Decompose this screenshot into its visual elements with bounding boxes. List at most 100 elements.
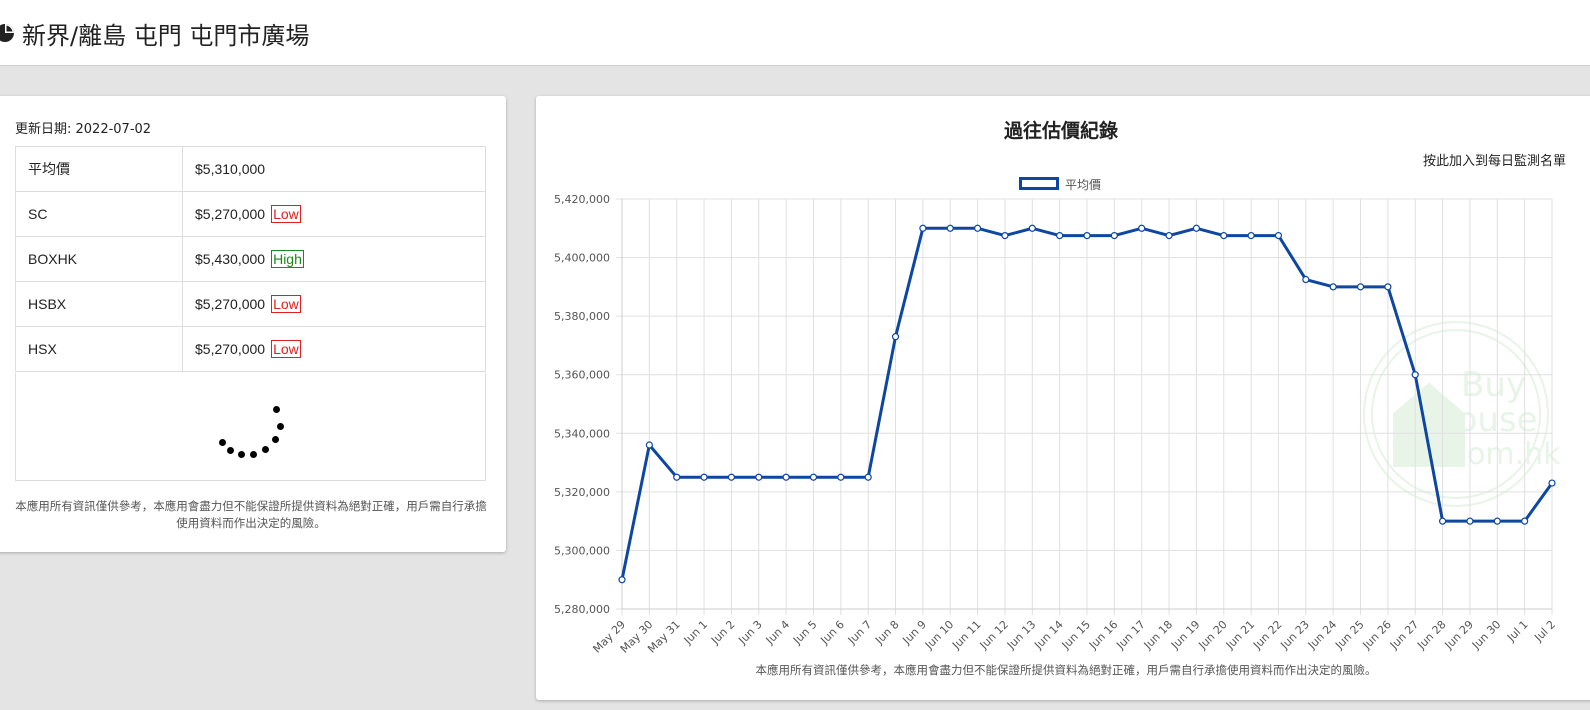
low-badge: Low [271,340,301,358]
x-tick-label: Jul 1 [1504,618,1531,645]
data-point[interactable] [1083,232,1091,240]
y-tick-label: 5,320,000 [554,486,610,499]
price-value: $5,270,000 [195,341,266,357]
data-point[interactable] [1329,283,1337,291]
data-point[interactable] [837,473,845,481]
high-badge: High [271,250,304,268]
chart-title: 過往估價紀錄 [1003,120,1118,142]
source-cell: SC [15,191,183,237]
data-point[interactable] [618,576,626,584]
data-point[interactable] [727,473,736,481]
table-row: BOXHK $5,430,000 High [15,236,486,282]
data-point[interactable] [1548,479,1556,487]
table-row: HSBX $5,270,000 Low [15,281,486,327]
data-point[interactable] [1411,371,1419,379]
price-value: $5,270,000 [195,296,266,312]
x-tick-label: Jun 11 [949,618,983,652]
data-point[interactable] [1247,232,1255,240]
x-tick-label: Jun 14 [1031,618,1065,652]
data-point[interactable] [864,473,872,481]
source-cell: HSX [15,326,183,372]
price-cell: $5,310,000 [182,146,486,192]
x-tick-label: Jun 15 [1059,618,1093,652]
y-tick-label: 5,380,000 [554,310,610,323]
header-bar: 新界/離島 屯門 屯門市廣場 [0,0,1590,66]
data-point[interactable] [1192,224,1201,232]
data-point[interactable] [946,224,954,232]
table-row: 平均價 $5,310,000 [15,146,486,192]
y-tick-label: 5,280,000 [554,603,610,616]
data-point[interactable] [1138,224,1146,232]
x-tick-label: Jun 6 [817,618,846,647]
x-tick-label: Jun 19 [1168,618,1202,652]
low-badge: Low [271,205,301,223]
x-tick-label: Jun 13 [1004,618,1038,652]
svg-text:.com.hk: .com.hk [1441,437,1561,472]
x-tick-label: Jun 18 [1141,618,1175,652]
x-tick-label: Jun 5 [790,618,819,647]
data-point[interactable] [1384,283,1392,291]
source-cell: HSBX [15,281,183,327]
source-cell: BOXHK [15,236,183,282]
data-point[interactable] [700,473,708,481]
summary-card: 更新日期: 2022-07-02 平均價 $5,310,000 SC $5,27… [0,96,506,552]
x-tick-label: Jun 22 [1250,618,1284,652]
add-to-watchlist-link[interactable]: 按此加入到每日監測名單 [1423,150,1566,169]
price-history-chart: Buy House .com.hk 5,280,000 5,300,000 5,32… [554,193,1561,656]
data-point[interactable] [1466,517,1474,525]
data-point[interactable] [1028,224,1036,232]
x-tick-label: Jun 23 [1278,618,1312,652]
data-point[interactable] [1165,232,1173,240]
x-tick-label: Jun 29 [1442,618,1476,652]
legend-label[interactable]: 平均價 [1065,176,1101,193]
data-point[interactable] [1056,232,1064,240]
price-cell: $5,430,000 High [182,236,486,282]
y-tick-label: 5,360,000 [554,369,610,382]
price-table: 平均價 $5,310,000 SC $5,270,000 Low BOXHK $5… [15,146,486,372]
y-tick-label: 5,340,000 [554,427,610,440]
price-cell: $5,270,000 Low [182,191,486,237]
data-point[interactable] [1274,232,1283,240]
y-tick-label: 5,420,000 [554,193,610,206]
data-point[interactable] [1302,275,1310,284]
data-point[interactable] [1001,232,1009,240]
data-point[interactable] [645,441,653,449]
watermark-logo: Buy House .com.hk [1363,321,1561,507]
data-point[interactable] [1438,517,1447,525]
x-tick-label: Jun 1 [681,618,710,647]
y-tick-label: 5,300,000 [554,544,610,557]
x-tick-label: Jun 10 [922,618,956,652]
data-point[interactable] [1220,232,1228,240]
x-tick-label: Jun 4 [763,618,792,647]
data-point[interactable] [1493,517,1501,525]
x-tick-label: Jun 20 [1195,618,1229,652]
x-tick-label: Jun 16 [1086,618,1120,652]
data-point[interactable] [973,224,982,232]
y-tick-label: 5,400,000 [554,252,610,265]
x-tick-label: Jun 30 [1469,618,1503,652]
data-point[interactable] [809,473,818,481]
x-tick-label: Jun 28 [1414,618,1448,652]
x-tick-label: Jun 7 [845,618,874,647]
pie-chart-icon [0,24,14,42]
svg-text:House: House [1431,400,1538,440]
x-tick-label: Jun 3 [735,618,764,647]
data-point[interactable] [1521,517,1529,525]
price-cell: $5,270,000 Low [182,281,486,327]
x-tick-label: Jun 24 [1305,618,1339,652]
data-point[interactable] [891,333,900,341]
x-tick-label: Jul 2 [1531,618,1558,645]
data-point[interactable] [919,224,927,232]
data-point[interactable] [1356,283,1365,291]
legend-swatch[interactable] [1019,177,1059,190]
data-point[interactable] [755,473,763,481]
data-point[interactable] [673,473,681,481]
data-point[interactable] [1110,232,1118,240]
price-value: $5,430,000 [195,251,266,267]
price-value: $5,270,000 [195,206,266,222]
table-row: HSX $5,270,000 Low [15,326,486,372]
chart-card: Buy House .com.hk 5,280,000 5,300,000 5,32… [536,96,1590,700]
data-point[interactable] [782,473,790,481]
table-row: SC $5,270,000 Low [15,191,486,237]
source-cell: 平均價 [15,146,183,192]
